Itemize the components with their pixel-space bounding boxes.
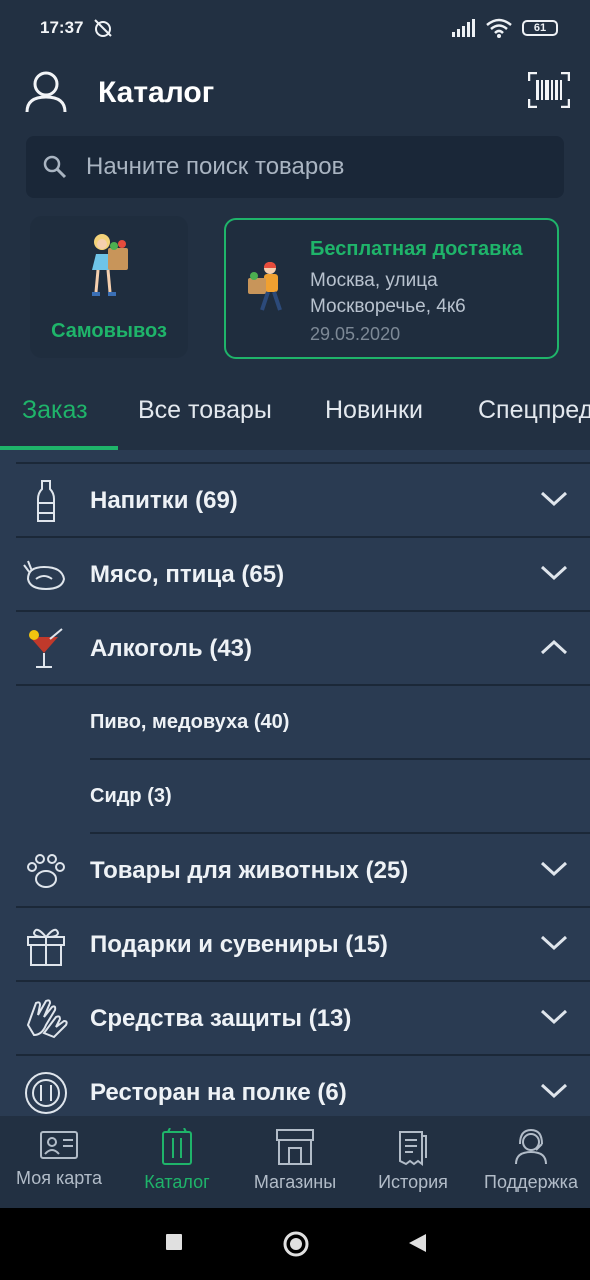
subcategory-row-cider[interactable]: Сидр (3) [90, 760, 590, 834]
catalog-icon [162, 1128, 192, 1165]
chevron-down-icon[interactable] [540, 490, 568, 508]
page-title: Каталог [98, 76, 215, 109]
header: Каталог Самовывоз [0, 44, 590, 450]
plate-icon [25, 1072, 67, 1114]
gloves-icon [26, 999, 68, 1039]
subcategory-row-beer[interactable]: Пиво, медовуха (40) [90, 686, 590, 760]
category-row-pets[interactable]: Товары для животных (25) [16, 834, 590, 908]
tab-order[interactable]: Заказ [22, 396, 88, 425]
chevron-down-icon[interactable] [540, 1082, 568, 1100]
subcategory-label: Сидр (3) [90, 785, 172, 807]
delivery-title: Бесплатная доставка [310, 238, 523, 260]
tab-all-products[interactable]: Все товары [138, 396, 272, 425]
gift-icon [27, 928, 65, 966]
barcode-scanner-icon[interactable] [528, 72, 570, 108]
battery-indicator: 61 [522, 20, 558, 36]
status-bar: 17:37 61 [0, 0, 590, 44]
category-label: Подарки и сувениры (15) [90, 931, 388, 958]
bottom-navigation: Моя карта Каталог Магазины История Подде… [0, 1116, 590, 1208]
store-icon [276, 1129, 314, 1165]
nav-catalog[interactable]: Каталог [130, 1128, 224, 1193]
delivery-address-line2: Москворечье, 4к6 [310, 296, 466, 317]
nav-label: Магазины [253, 1172, 337, 1192]
pickup-label: Самовывоз [51, 320, 167, 342]
signal-icon [452, 19, 475, 37]
system-navigation-bar [0, 1208, 590, 1280]
support-icon [515, 1128, 547, 1165]
status-time: 17:37 [40, 18, 84, 37]
tab-new[interactable]: Новинки [325, 396, 423, 425]
category-list: Напитки (69) Мясо, птица (65) Алкоголь (… [0, 462, 590, 1130]
delivery-card[interactable]: Бесплатная доставка Москва, улица Москво… [224, 218, 559, 359]
category-row-meat[interactable]: Мясо, птица (65) [16, 538, 590, 612]
category-row-drinks[interactable]: Напитки (69) [16, 464, 590, 538]
category-label: Ресторан на полке (6) [90, 1079, 347, 1106]
subcategory-label: Пиво, медовуха (40) [90, 711, 290, 733]
category-label: Мясо, птица (65) [90, 561, 285, 588]
back-icon[interactable] [406, 1232, 428, 1254]
category-label: Средства защиты (13) [90, 1005, 352, 1032]
nav-history[interactable]: История [370, 1128, 456, 1193]
recent-apps-icon[interactable] [164, 1232, 184, 1252]
delivery-date: 29.05.2020 [310, 324, 401, 344]
wifi-icon [486, 18, 512, 38]
chevron-down-icon[interactable] [540, 564, 568, 582]
search-bar[interactable] [26, 136, 564, 198]
category-label: Алкоголь (43) [90, 635, 253, 662]
id-card-icon [40, 1131, 78, 1159]
chevron-down-icon[interactable] [540, 1008, 568, 1026]
nav-stores[interactable]: Магазины [246, 1128, 344, 1193]
nav-label: Каталог [144, 1172, 210, 1192]
nav-label: Моя карта [16, 1168, 102, 1188]
category-row-gifts[interactable]: Подарки и сувениры (15) [16, 908, 590, 982]
tab-indicator [0, 446, 118, 450]
alarm-off-icon [94, 19, 112, 37]
cocktail-icon [29, 628, 63, 668]
category-label: Товары для животных (25) [90, 857, 409, 884]
search-input[interactable] [86, 146, 546, 188]
delivery-address: Москва, улица Москворечье, 4к6 [310, 268, 466, 320]
courier-illustration-icon [248, 262, 282, 311]
nav-my-card[interactable]: Моя карта [10, 1128, 108, 1189]
bottle-icon [37, 480, 55, 522]
pickup-illustration-icon [92, 234, 128, 296]
home-icon[interactable] [282, 1230, 310, 1258]
paw-icon [27, 854, 65, 888]
chevron-down-icon[interactable] [540, 934, 568, 952]
tab-special-offers[interactable]: Спецпредложения [478, 396, 590, 425]
receipt-icon [399, 1131, 427, 1166]
tab-bar: Заказ Все товары Новинки Спецпредложения [0, 394, 590, 450]
chicken-icon [23, 560, 66, 591]
delivery-address-line1: Москва, улица [310, 270, 438, 291]
nav-support[interactable]: Поддержка [476, 1128, 586, 1193]
search-icon [43, 155, 67, 179]
nav-label: История [378, 1172, 448, 1192]
category-row-alcohol[interactable]: Алкоголь (43) [16, 612, 590, 686]
chevron-up-icon[interactable] [540, 638, 568, 656]
profile-icon[interactable] [24, 70, 68, 114]
category-label: Напитки (69) [90, 487, 238, 514]
pickup-card[interactable]: Самовывоз [30, 216, 188, 358]
status-indicators: 61 [452, 18, 558, 38]
category-row-protection[interactable]: Средства защиты (13) [16, 982, 590, 1056]
chevron-down-icon[interactable] [540, 860, 568, 878]
nav-label: Поддержка [484, 1172, 578, 1192]
